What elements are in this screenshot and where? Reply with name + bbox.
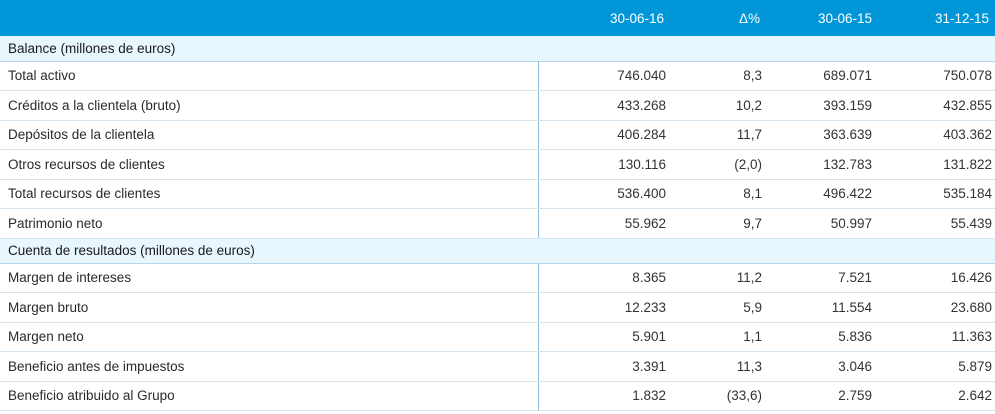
cell-value: 5.836	[766, 322, 882, 352]
table-body: Balance (millones de euros) Total activo…	[0, 36, 995, 411]
table-row: Margen bruto 12.233 5,9 11.554 23.680	[0, 292, 995, 323]
row-label: Patrimonio neto	[0, 208, 538, 239]
cell-value: 130.116	[537, 149, 670, 180]
cell-value: 8.365	[537, 263, 670, 293]
cell-value: 8,1	[670, 179, 766, 209]
row-label: Otros recursos de clientes	[0, 149, 538, 180]
cell-value: 3.391	[537, 351, 670, 382]
table-row: Total activo 746.040 8,3 689.071 750.078	[0, 61, 995, 91]
header-col-30-06-16: 30-06-16	[538, 0, 670, 36]
cell-value: 10,2	[670, 90, 766, 121]
cell-value: 746.040	[537, 61, 670, 91]
row-label: Depósitos de la clientela	[0, 120, 538, 150]
table-row: Otros recursos de clientes 130.116 (2,0)…	[0, 149, 995, 180]
cell-value: 750.078	[882, 61, 995, 91]
header-col-30-06-15: 30-06-15	[766, 0, 882, 36]
cell-value: 403.362	[882, 120, 995, 150]
table-row: Total recursos de clientes 536.400 8,1 4…	[0, 179, 995, 209]
financial-data-table: 30-06-16 Δ% 30-06-15 31-12-15 Balance (m…	[0, 0, 995, 411]
table-row: Beneficio antes de impuestos 3.391 11,3 …	[0, 351, 995, 382]
cell-value: 432.855	[882, 90, 995, 121]
section-header-row: Balance (millones de euros)	[0, 36, 995, 62]
cell-value: 1.832	[537, 381, 670, 411]
cell-value: (33,6)	[670, 381, 766, 411]
cell-value: 23.680	[882, 292, 995, 323]
table-row: Beneficio atribuido al Grupo 1.832 (33,6…	[0, 381, 995, 411]
cell-value: 50.997	[766, 208, 882, 239]
cell-value: 689.071	[766, 61, 882, 91]
table-row: Patrimonio neto 55.962 9,7 50.997 55.439	[0, 208, 995, 239]
table-row: Margen neto 5.901 1,1 5.836 11.363	[0, 322, 995, 352]
cell-value: 11,2	[670, 263, 766, 293]
cell-value: 132.783	[766, 149, 882, 180]
row-label: Total activo	[0, 61, 538, 91]
row-label: Beneficio antes de impuestos	[0, 351, 538, 382]
row-label: Total recursos de clientes	[0, 179, 538, 209]
cell-value: 496.422	[766, 179, 882, 209]
section-title: Cuenta de resultados (millones de euros)	[0, 238, 995, 264]
cell-value: 535.184	[882, 179, 995, 209]
cell-value: 16.426	[882, 263, 995, 293]
cell-value: 393.159	[766, 90, 882, 121]
header-col-delta-pct: Δ%	[670, 0, 766, 36]
cell-value: 433.268	[537, 90, 670, 121]
cell-value: (2,0)	[670, 149, 766, 180]
section-header-row: Cuenta de resultados (millones de euros)	[0, 238, 995, 264]
cell-value: 11.554	[766, 292, 882, 323]
cell-value: 536.400	[537, 179, 670, 209]
cell-value: 11,3	[670, 351, 766, 382]
cell-value: 9,7	[670, 208, 766, 239]
header-label-cell	[0, 0, 538, 36]
cell-value: 5.879	[882, 351, 995, 382]
cell-value: 11.363	[882, 322, 995, 352]
header-col-31-12-15: 31-12-15	[882, 0, 995, 36]
cell-value: 55.439	[882, 208, 995, 239]
cell-value: 8,3	[670, 61, 766, 91]
cell-value: 55.962	[537, 208, 670, 239]
financial-table-container: 30-06-16 Δ% 30-06-15 31-12-15 Balance (m…	[0, 0, 995, 414]
table-row: Créditos a la clientela (bruto) 433.268 …	[0, 90, 995, 121]
cell-value: 5,9	[670, 292, 766, 323]
cell-value: 406.284	[537, 120, 670, 150]
cell-value: 2.759	[766, 381, 882, 411]
cell-value: 3.046	[766, 351, 882, 382]
row-label: Margen neto	[0, 322, 538, 352]
table-row: Margen de intereses 8.365 11,2 7.521 16.…	[0, 263, 995, 293]
row-label: Margen de intereses	[0, 263, 538, 293]
cell-value: 1,1	[670, 322, 766, 352]
cell-value: 11,7	[670, 120, 766, 150]
cell-value: 5.901	[537, 322, 670, 352]
cell-value: 12.233	[537, 292, 670, 323]
cell-value: 363.639	[766, 120, 882, 150]
table-row: Depósitos de la clientela 406.284 11,7 3…	[0, 120, 995, 150]
cell-value: 7.521	[766, 263, 882, 293]
section-title: Balance (millones de euros)	[0, 36, 995, 62]
cell-value: 131.822	[882, 149, 995, 180]
table-header-row: 30-06-16 Δ% 30-06-15 31-12-15	[0, 0, 995, 36]
row-label: Créditos a la clientela (bruto)	[0, 90, 538, 121]
row-label: Beneficio atribuido al Grupo	[0, 381, 538, 411]
cell-value: 2.642	[882, 381, 995, 411]
row-label: Margen bruto	[0, 292, 538, 323]
